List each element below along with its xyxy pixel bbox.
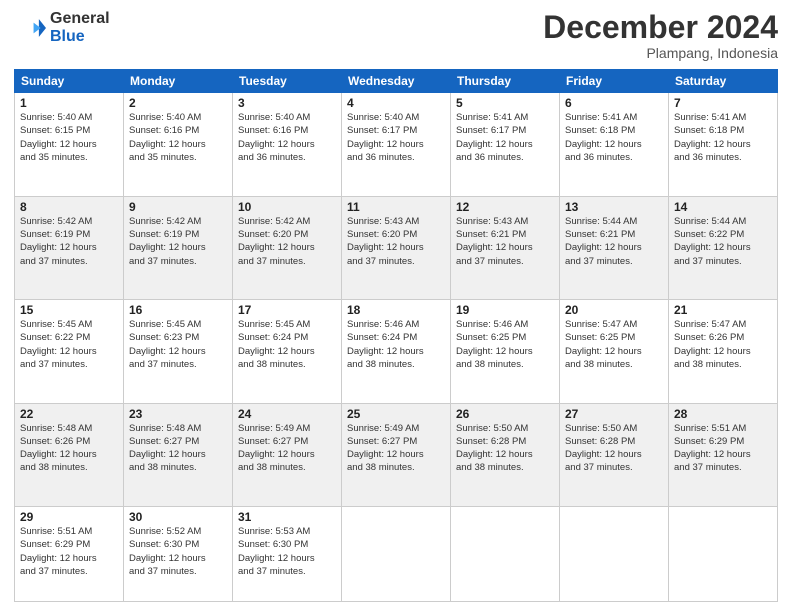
list-item: 7 Sunrise: 5:41 AMSunset: 6:18 PMDayligh… [669, 93, 778, 196]
table-row: 1 Sunrise: 5:40 AMSunset: 6:15 PMDayligh… [15, 93, 778, 196]
col-sunday: Sunday [15, 70, 124, 93]
list-item: 15 Sunrise: 5:45 AMSunset: 6:22 PMDaylig… [15, 300, 124, 403]
title-block: December 2024 Plampang, Indonesia [543, 10, 778, 61]
list-item: 24 Sunrise: 5:49 AMSunset: 6:27 PMDaylig… [233, 403, 342, 506]
empty-cell [342, 507, 451, 602]
logo-blue: Blue [50, 28, 110, 46]
list-item: 21 Sunrise: 5:47 AMSunset: 6:26 PMDaylig… [669, 300, 778, 403]
list-item: 28 Sunrise: 5:51 AMSunset: 6:29 PMDaylig… [669, 403, 778, 506]
table-row: 8 Sunrise: 5:42 AMSunset: 6:19 PMDayligh… [15, 196, 778, 299]
list-item: 5 Sunrise: 5:41 AMSunset: 6:17 PMDayligh… [451, 93, 560, 196]
list-item: 27 Sunrise: 5:50 AMSunset: 6:28 PMDaylig… [560, 403, 669, 506]
empty-cell [560, 507, 669, 602]
col-tuesday: Tuesday [233, 70, 342, 93]
header-row: Sunday Monday Tuesday Wednesday Thursday… [15, 70, 778, 93]
list-item: 3 Sunrise: 5:40 AMSunset: 6:16 PMDayligh… [233, 93, 342, 196]
list-item: 17 Sunrise: 5:45 AMSunset: 6:24 PMDaylig… [233, 300, 342, 403]
list-item: 10 Sunrise: 5:42 AMSunset: 6:20 PMDaylig… [233, 196, 342, 299]
empty-cell [451, 507, 560, 602]
logo-general: General [50, 10, 110, 28]
list-item: 18 Sunrise: 5:46 AMSunset: 6:24 PMDaylig… [342, 300, 451, 403]
col-thursday: Thursday [451, 70, 560, 93]
logo-text: General Blue [50, 10, 110, 45]
list-item: 2 Sunrise: 5:40 AMSunset: 6:16 PMDayligh… [124, 93, 233, 196]
location-subtitle: Plampang, Indonesia [543, 45, 778, 61]
table-row: 15 Sunrise: 5:45 AMSunset: 6:22 PMDaylig… [15, 300, 778, 403]
list-item: 14 Sunrise: 5:44 AMSunset: 6:22 PMDaylig… [669, 196, 778, 299]
list-item: 19 Sunrise: 5:46 AMSunset: 6:25 PMDaylig… [451, 300, 560, 403]
page: General Blue December 2024 Plampang, Ind… [0, 0, 792, 612]
list-item: 8 Sunrise: 5:42 AMSunset: 6:19 PMDayligh… [15, 196, 124, 299]
list-item: 29 Sunrise: 5:51 AMSunset: 6:29 PMDaylig… [15, 507, 124, 602]
list-item: 22 Sunrise: 5:48 AMSunset: 6:26 PMDaylig… [15, 403, 124, 506]
list-item: 31 Sunrise: 5:53 AMSunset: 6:30 PMDaylig… [233, 507, 342, 602]
col-saturday: Saturday [669, 70, 778, 93]
table-row: 22 Sunrise: 5:48 AMSunset: 6:26 PMDaylig… [15, 403, 778, 506]
list-item: 11 Sunrise: 5:43 AMSunset: 6:20 PMDaylig… [342, 196, 451, 299]
header: General Blue December 2024 Plampang, Ind… [14, 10, 778, 61]
list-item: 1 Sunrise: 5:40 AMSunset: 6:15 PMDayligh… [15, 93, 124, 196]
list-item: 16 Sunrise: 5:45 AMSunset: 6:23 PMDaylig… [124, 300, 233, 403]
list-item: 20 Sunrise: 5:47 AMSunset: 6:25 PMDaylig… [560, 300, 669, 403]
month-title: December 2024 [543, 10, 778, 45]
list-item: 30 Sunrise: 5:52 AMSunset: 6:30 PMDaylig… [124, 507, 233, 602]
col-friday: Friday [560, 70, 669, 93]
list-item: 26 Sunrise: 5:50 AMSunset: 6:28 PMDaylig… [451, 403, 560, 506]
calendar-table: Sunday Monday Tuesday Wednesday Thursday… [14, 69, 778, 602]
list-item: 6 Sunrise: 5:41 AMSunset: 6:18 PMDayligh… [560, 93, 669, 196]
list-item: 4 Sunrise: 5:40 AMSunset: 6:17 PMDayligh… [342, 93, 451, 196]
list-item: 23 Sunrise: 5:48 AMSunset: 6:27 PMDaylig… [124, 403, 233, 506]
list-item: 25 Sunrise: 5:49 AMSunset: 6:27 PMDaylig… [342, 403, 451, 506]
col-monday: Monday [124, 70, 233, 93]
col-wednesday: Wednesday [342, 70, 451, 93]
list-item: 13 Sunrise: 5:44 AMSunset: 6:21 PMDaylig… [560, 196, 669, 299]
logo-icon [14, 12, 46, 44]
list-item: 12 Sunrise: 5:43 AMSunset: 6:21 PMDaylig… [451, 196, 560, 299]
list-item: 9 Sunrise: 5:42 AMSunset: 6:19 PMDayligh… [124, 196, 233, 299]
table-row: 29 Sunrise: 5:51 AMSunset: 6:29 PMDaylig… [15, 507, 778, 602]
empty-cell [669, 507, 778, 602]
logo: General Blue [14, 10, 110, 45]
